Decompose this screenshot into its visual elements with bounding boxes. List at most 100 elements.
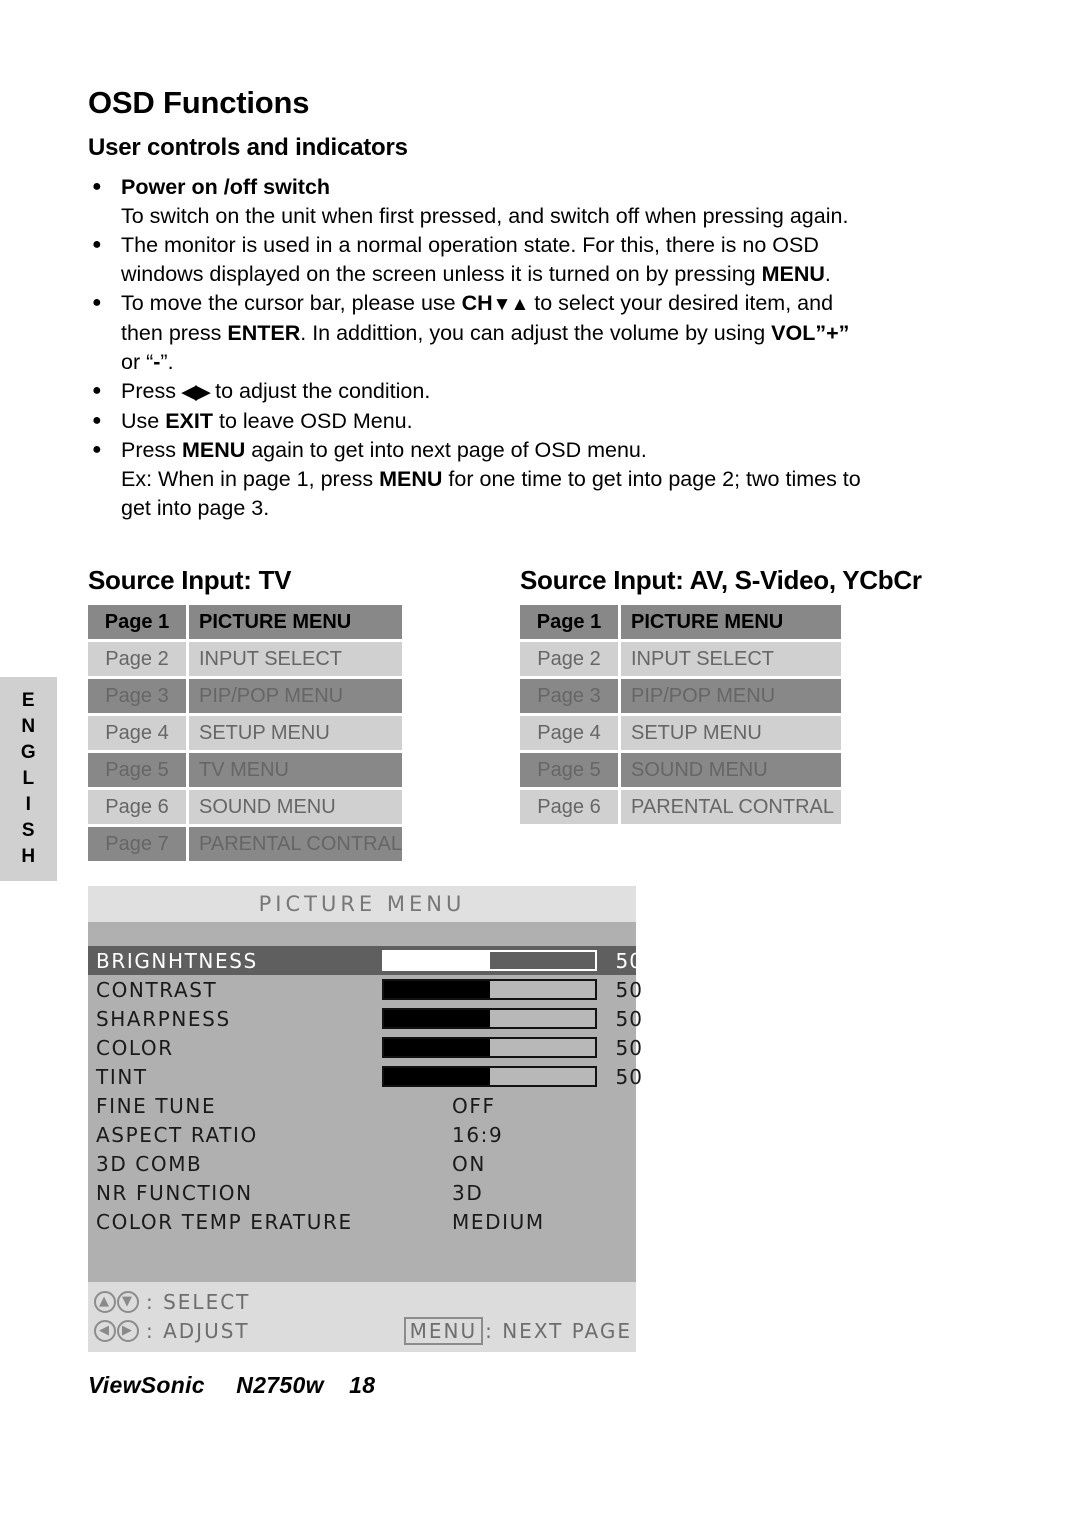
- osd-option-row[interactable]: NR FUNCTION 3D: [88, 1178, 636, 1207]
- right-arrow-button-icon[interactable]: ▶: [117, 1319, 139, 1342]
- bullet-cursor-line1: To move the cursor bar, please use CH▼▲ …: [121, 291, 833, 315]
- osd-slider-label: CONTRAST: [96, 977, 218, 1002]
- text-fragment: for one time to get into page 2; two tim…: [442, 467, 861, 491]
- table-row: Page 1 PICTURE MENU: [88, 605, 520, 639]
- osd-option-row[interactable]: 3D COMB ON: [88, 1149, 636, 1178]
- osd-option-value: OFF: [452, 1093, 496, 1118]
- av-page-number-cell: Page 6: [520, 790, 618, 824]
- tv-page-number-cell: Page 5: [88, 753, 186, 787]
- av-menu-name-cell: PICTURE MENU: [621, 605, 841, 639]
- language-letter: G: [20, 742, 37, 763]
- table-row: Page 2 INPUT SELECT: [88, 642, 520, 676]
- osd-footer-select-line: ▲ ▼ : SELECT: [94, 1287, 636, 1316]
- list-item: Press ◀▶ to adjust the condition.: [88, 376, 1048, 407]
- page-table-av: Page 1 PICTURE MENU Page 2 INPUT SELECT Page…: [520, 605, 1020, 824]
- osd-slider-track[interactable]: [382, 1008, 597, 1029]
- text-fragment: to adjust the condition.: [209, 379, 431, 403]
- list-item: To move the cursor bar, please use CH▼▲ …: [88, 288, 1048, 377]
- source-input-av-column: Source Input: AV, S-Video, YCbCr Page 1P…: [520, 565, 1020, 864]
- document-content: OSD Functions User controls and indicato…: [88, 0, 1048, 864]
- osd-option-row[interactable]: COLOR TEMP ERATURE MEDIUM: [88, 1207, 636, 1236]
- osd-slider-row[interactable]: SHARPNESS 50: [88, 1004, 642, 1033]
- osd-slider-track[interactable]: [382, 1037, 597, 1058]
- av-page-number-cell: Page 1: [520, 605, 618, 639]
- osd-slider-track[interactable]: [382, 1066, 597, 1087]
- table-row: Page 5 SOUND MENU: [520, 753, 1020, 787]
- bullet-title-power-switch: Power on /off switch: [121, 175, 331, 199]
- osd-option-label: 3D COMB: [96, 1151, 203, 1176]
- instruction-list: Power on /off switch To switch on the un…: [88, 162, 1048, 523]
- av-menu-name-cell: PIP/POP MENU: [621, 679, 841, 713]
- language-letter: I: [25, 794, 32, 815]
- osd-footer: ▲ ▼ : SELECT ◀ ▶ : ADJUST MENU : NEXT PA…: [88, 1282, 636, 1352]
- language-letter: E: [21, 690, 36, 711]
- table-row: Page 1 PICTURE MENU: [520, 605, 1020, 639]
- osd-slider-fill: [384, 1068, 490, 1085]
- tv-menu-name-cell: PICTURE MENU: [189, 605, 402, 639]
- osd-option-row[interactable]: ASPECT RATIO 16:9: [88, 1120, 636, 1149]
- key-exit: EXIT: [165, 409, 214, 433]
- osd-slider-row[interactable]: CONTRAST 50: [88, 975, 642, 1004]
- osd-option-value: ON: [452, 1151, 486, 1176]
- text-fragment: . In addittion, you can adjust the volum…: [300, 321, 772, 345]
- page-table-tv: Page 1 PICTURE MENU Page 2 INPUT SELECT Page…: [88, 605, 520, 861]
- key-menu: MENU: [379, 467, 443, 491]
- osd-next-page-group: MENU : NEXT PAGE: [403, 1316, 636, 1345]
- key-vol: VOL: [771, 321, 816, 345]
- text-fragment: to select your desired item, and: [528, 291, 834, 315]
- text-fragment: windows displayed on the screen unless i…: [121, 262, 762, 286]
- text-fragment: Use: [121, 409, 166, 433]
- av-page-number-cell: Page 2: [520, 642, 618, 676]
- osd-slider-track[interactable]: [382, 979, 597, 1000]
- text-fragment: then press: [121, 321, 228, 345]
- osd-slider-label: BRIGNHTNESS: [96, 948, 258, 973]
- footer-page-number: 18: [349, 1372, 376, 1398]
- av-page-number-cell: Page 4: [520, 716, 618, 750]
- osd-option-value: MEDIUM: [452, 1209, 545, 1234]
- table-row: Page 5 TV MENU: [88, 753, 520, 787]
- up-arrow-button-icon[interactable]: ▲: [94, 1290, 116, 1313]
- tv-menu-name-cell: SOUND MENU: [189, 790, 402, 824]
- av-menu-name-cell: PARENTAL CONTRAL: [621, 790, 841, 824]
- down-arrow-button-icon[interactable]: ▼: [117, 1290, 139, 1313]
- table-row: Page 3 PIP/POP MENU: [520, 679, 1020, 713]
- text-fragment: ”.: [160, 350, 174, 374]
- osd-slider-label: TINT: [96, 1064, 148, 1089]
- key-menu: MENU: [761, 262, 825, 286]
- osd-option-row[interactable]: FINE TUNE OFF: [88, 1091, 636, 1120]
- text-fragment: ”+”: [815, 321, 850, 345]
- key-menu: MENU: [181, 438, 246, 462]
- tv-page-number-cell: Page 4: [88, 716, 186, 750]
- left-arrow-button-icon[interactable]: ◀: [94, 1319, 116, 1342]
- av-page-number-cell: Page 3: [520, 679, 618, 713]
- tv-page-number-cell: Page 2: [88, 642, 186, 676]
- language-tab-english: E N G L I S H: [0, 677, 57, 881]
- bullet-cursor-line2: then press ENTER. In addittion, you can …: [121, 319, 1048, 348]
- av-menu-name-cell: SOUND MENU: [621, 753, 841, 787]
- table-row: Page 4 SETUP MENU: [520, 716, 1020, 750]
- osd-slider-row[interactable]: COLOR 50: [88, 1033, 642, 1062]
- key-ch: CH: [461, 291, 493, 315]
- page-title: OSD Functions: [88, 85, 310, 120]
- osd-slider-value: 50: [615, 977, 643, 1002]
- language-letter: L: [22, 768, 35, 789]
- table-row: Page 6 SOUND MENU: [88, 790, 520, 824]
- bullet-sub-power-switch: To switch on the unit when first pressed…: [121, 204, 849, 228]
- osd-option-value: 16:9: [452, 1122, 504, 1147]
- bullet-menu-line1: Press MENU again to get into next page o…: [121, 438, 647, 462]
- list-item: The monitor is used in a normal operatio…: [88, 230, 1048, 289]
- table-row: Page 6 PARENTAL CONTRAL: [520, 790, 1020, 824]
- tv-menu-name-cell: INPUT SELECT: [189, 642, 402, 676]
- osd-slider-row[interactable]: BRIGNHTNESS 50: [88, 946, 642, 975]
- av-menu-name-cell: INPUT SELECT: [621, 642, 841, 676]
- text-fragment: .: [824, 262, 831, 286]
- osd-menu-key[interactable]: MENU: [403, 1316, 484, 1345]
- updown-arrows-icon: ▼▲: [492, 294, 530, 315]
- bullet-monitor-line2: windows displayed on the screen unless i…: [121, 260, 1048, 289]
- osd-slider-track[interactable]: [382, 950, 597, 971]
- leftright-arrows-icon: ◀▶: [181, 382, 210, 403]
- osd-slider-row[interactable]: TINT 50: [88, 1062, 642, 1091]
- osd-next-page-label: : NEXT PAGE: [485, 1318, 632, 1343]
- osd-slider-value: 50: [615, 1064, 643, 1089]
- osd-bottom-spacer: [88, 1236, 636, 1282]
